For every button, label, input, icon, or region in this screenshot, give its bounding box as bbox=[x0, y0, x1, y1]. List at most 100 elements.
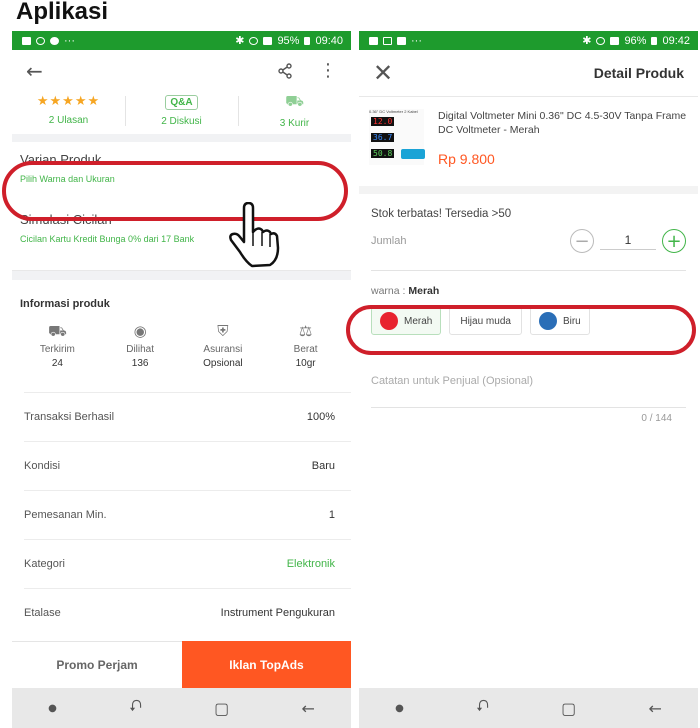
color-selected-value: Merah bbox=[408, 285, 440, 297]
hand-pointer-icon bbox=[229, 202, 280, 268]
discussion-label: 2 Diskusi bbox=[161, 116, 202, 127]
minus-icon[interactable]: − bbox=[570, 229, 594, 253]
color-label-key: warna : bbox=[371, 285, 406, 297]
recent-apps-icon[interactable]: ⮏ bbox=[129, 695, 142, 722]
delivery-truck-icon: ⛟ bbox=[47, 322, 67, 340]
color-label: warna : Merah bbox=[359, 271, 698, 297]
product-name: Digital Voltmeter Mini 0.36" DC 4.5-30V … bbox=[438, 110, 687, 137]
iklan-topads-button[interactable]: Iklan TopAds bbox=[182, 641, 351, 688]
thumb-display: 12.0 bbox=[371, 117, 395, 126]
row-label: Kategori bbox=[24, 558, 65, 570]
product-summary: 0.36" DC Voltmeter 2 Kabel 12.0 36.7 50.… bbox=[359, 96, 698, 194]
back-arrow-icon[interactable]: ← bbox=[26, 61, 43, 81]
info-terkirim: ⛟ Terkirim 24 bbox=[16, 322, 99, 392]
info-label: Asuransi bbox=[203, 344, 243, 355]
thumb-caption: 0.36" DC Voltmeter 2 Kabel bbox=[369, 109, 418, 114]
battery-icon bbox=[651, 36, 658, 45]
status-bar: ··· ✱ 96% 09:42 bbox=[359, 31, 698, 50]
thumb-display: 50.8 bbox=[371, 149, 395, 158]
info-icons: ⛟ Terkirim 24 ◉ Dilihat 136 ⛨ Asuransi O… bbox=[12, 322, 351, 392]
info-label: Berat bbox=[293, 344, 318, 355]
chat-notification-icon bbox=[50, 36, 59, 45]
gallery-notification-icon bbox=[22, 36, 31, 45]
courier-stat[interactable]: ⛟ 3 Kurir bbox=[238, 92, 351, 134]
section-divider bbox=[12, 270, 351, 280]
rating-stars-icon: ★★★★★ bbox=[36, 94, 101, 109]
plus-icon[interactable]: + bbox=[662, 229, 686, 253]
nav-dot-icon[interactable]: ● bbox=[395, 703, 404, 714]
reviews-stat[interactable]: ★★★★★ 2 Ulasan bbox=[12, 92, 125, 134]
module-icon bbox=[401, 149, 425, 159]
info-value: 24 bbox=[51, 358, 63, 369]
box-notification-icon bbox=[383, 36, 392, 45]
info-row-etalase: Etalase Instrument Pengukuran bbox=[24, 588, 351, 637]
gallery-notification-icon bbox=[369, 36, 378, 45]
back-icon[interactable]: ← bbox=[648, 699, 661, 718]
promo-perjam-button[interactable]: Promo Perjam bbox=[12, 641, 182, 688]
row-value: 1 bbox=[328, 509, 335, 521]
truck-icon: ⛟ bbox=[285, 92, 304, 110]
discussion-stat[interactable]: Q&A 2 Diskusi bbox=[125, 92, 238, 134]
home-icon[interactable]: ▢ bbox=[561, 699, 576, 718]
info-row-transaksi: Transaksi Berhasil 100% bbox=[24, 392, 351, 441]
note-char-counter: 0 / 144 bbox=[641, 413, 672, 424]
info-label: Dilihat bbox=[126, 344, 155, 355]
quantity-stepper: − + bbox=[570, 229, 686, 253]
wifi-icon bbox=[249, 36, 259, 45]
app-bar: ✕ Detail Produk bbox=[359, 50, 698, 96]
row-label: Kondisi bbox=[24, 460, 61, 472]
detail-title: Detail Produk bbox=[593, 65, 684, 81]
left-phone-screen: ··· ✱ 95% 09:40 ← ⋮ ★★★★★ 2 Ulasan Q&A 2… bbox=[12, 31, 351, 728]
gallery-notification-icon bbox=[397, 36, 406, 45]
android-nav-bar: ● ⮏ ▢ ← bbox=[12, 688, 351, 728]
stock-info: Stok terbatas! Tersedia >50 bbox=[371, 208, 512, 220]
shield-check-icon: ⛨ bbox=[217, 322, 229, 340]
product-stats: ★★★★★ 2 Ulasan Q&A 2 Diskusi ⛟ 3 Kurir bbox=[12, 92, 351, 142]
close-icon[interactable]: ✕ bbox=[373, 61, 393, 85]
eye-icon: ◉ bbox=[133, 322, 147, 340]
more-vert-icon[interactable]: ⋮ bbox=[319, 62, 337, 80]
info-value: 136 bbox=[131, 358, 149, 369]
more-notifications-icon: ··· bbox=[411, 34, 422, 47]
battery-icon bbox=[304, 36, 311, 45]
info-row-pemesanan: Pemesanan Min. 1 bbox=[24, 490, 351, 539]
back-icon[interactable]: ← bbox=[301, 699, 314, 718]
info-produk-heading: Informasi produk bbox=[20, 298, 110, 310]
qa-icon: Q&A bbox=[165, 95, 198, 110]
home-icon[interactable]: ▢ bbox=[214, 699, 229, 718]
info-row-kategori: Kategori Elektronik bbox=[24, 539, 351, 588]
recent-apps-icon[interactable]: ⮏ bbox=[476, 695, 489, 722]
share-icon[interactable] bbox=[277, 63, 293, 79]
bluetooth-icon: ✱ bbox=[235, 34, 245, 47]
whatsapp-notification-icon bbox=[36, 36, 45, 45]
info-asuransi: ⛨ Asuransi Opsional bbox=[182, 322, 265, 392]
thumb-display: 36.7 bbox=[371, 133, 395, 142]
info-value: Opsional bbox=[203, 358, 243, 369]
row-label: Etalase bbox=[24, 607, 61, 619]
bottom-actions: Promo Perjam Iklan TopAds bbox=[12, 641, 351, 688]
page-title: Aplikasi bbox=[16, 0, 109, 25]
app-bar: ← ⋮ bbox=[12, 50, 351, 92]
kategori-link[interactable]: Elektronik bbox=[287, 558, 335, 570]
info-row-kondisi: Kondisi Baru bbox=[24, 441, 351, 490]
courier-label: 3 Kurir bbox=[279, 118, 310, 129]
quantity-input[interactable] bbox=[600, 232, 656, 250]
product-thumbnail: 0.36" DC Voltmeter 2 Kabel 12.0 36.7 50.… bbox=[369, 109, 425, 165]
info-berat: ⚖ Berat 10gr bbox=[264, 322, 347, 392]
more-notifications-icon: ··· bbox=[64, 34, 75, 47]
row-value: 100% bbox=[306, 411, 335, 423]
quantity-row: Jumlah − + bbox=[359, 220, 698, 256]
status-bar: ··· ✱ 95% 09:40 bbox=[12, 31, 351, 50]
highlight-oval bbox=[2, 161, 348, 221]
clock: 09:40 bbox=[315, 34, 343, 47]
nav-dot-icon[interactable]: ● bbox=[48, 703, 57, 714]
signal-icon bbox=[610, 36, 620, 45]
product-price: Rp 9.800 bbox=[438, 151, 495, 168]
info-value: 10gr bbox=[295, 358, 316, 369]
signal-icon bbox=[263, 36, 273, 45]
clock: 09:42 bbox=[662, 34, 690, 47]
weight-scale-icon: ⚖ bbox=[298, 322, 313, 340]
wifi-icon bbox=[596, 36, 606, 45]
row-label: Pemesanan Min. bbox=[24, 509, 107, 521]
row-value: Baru bbox=[311, 460, 335, 472]
